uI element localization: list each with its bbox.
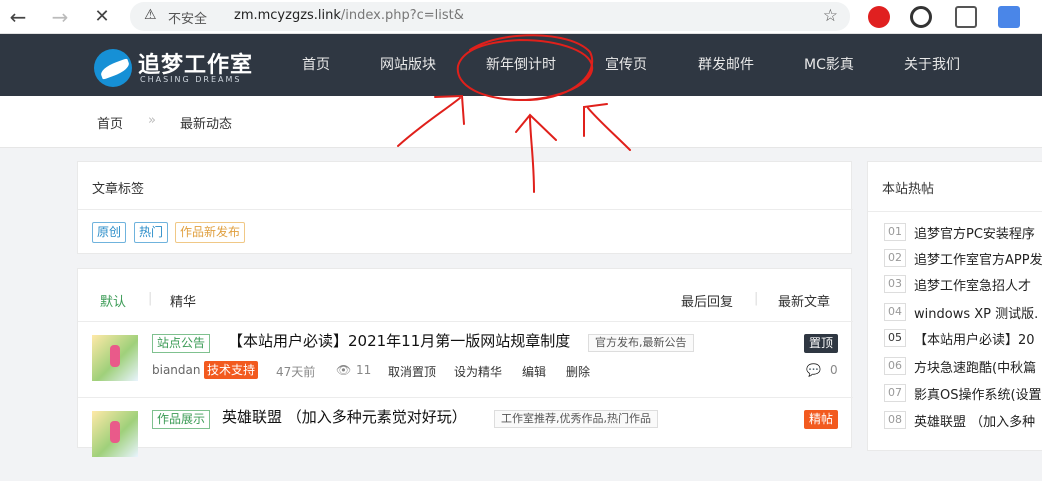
url-text[interactable]: zm.mcyzgzs.link/index.php?c=list&: [234, 8, 464, 23]
pinned-badge: 置顶: [803, 334, 838, 353]
tag-original[interactable]: 原创: [92, 222, 127, 243]
hot-posts-panel: 本站热帖 01 追梦官方PC安装程序 02 追梦工作室官方APP发 03 追梦工作室急…: [867, 161, 1042, 451]
divider: [78, 397, 853, 398]
hot-post-title[interactable]: 追梦官方PC安装程序: [914, 223, 1035, 242]
tags-panel-title: 文章标签: [92, 182, 145, 197]
hot-panel-title: 本站热帖: [882, 182, 935, 197]
edge-extension-icon[interactable]: [910, 6, 932, 28]
post-thumbnail[interactable]: [92, 411, 138, 457]
bookmark-star-icon[interactable]: ☆: [823, 6, 838, 26]
divider: [868, 211, 1042, 212]
list-item[interactable]: 06 方块急速跑酷(中秋篇: [868, 354, 1042, 380]
breadcrumb-home[interactable]: 首页: [97, 113, 123, 132]
sort-latest-article[interactable]: 最新文章: [778, 291, 830, 310]
rank-number: 03: [884, 275, 906, 293]
menu-countdown[interactable]: 新年倒计时: [486, 34, 556, 96]
menu-about[interactable]: 关于我们: [904, 34, 960, 96]
breadcrumb-current: 最新动态: [180, 117, 233, 132]
divider: [78, 321, 853, 322]
post-title[interactable]: 【本站用户必读】2021年11月第一版网站规章制度: [228, 330, 570, 351]
tag-new-work[interactable]: 作品新发布: [175, 222, 246, 243]
post-title[interactable]: 英雄联盟 （加入多种元素觉对好玩）: [222, 406, 467, 427]
featured-badge: 精帖: [803, 410, 838, 429]
breadcrumb: 首页 » 最新动态: [0, 96, 1042, 148]
rank-number: 05: [884, 329, 906, 347]
tag-hot[interactable]: 热门: [134, 222, 169, 243]
rank-number: 08: [884, 411, 906, 429]
hot-post-title[interactable]: windows XP 测试版.: [914, 303, 1038, 322]
back-arrow-icon[interactable]: ←: [6, 5, 30, 29]
browser-toolbar: ← → ✕ ⚠ 不安全 zm.mcyzgzs.link/index.php?c=…: [0, 0, 1042, 34]
list-item[interactable]: 01 追梦官方PC安装程序: [868, 220, 1042, 246]
logo-eagle-icon: [94, 49, 132, 87]
menu-bulk-mail[interactable]: 群发邮件: [698, 34, 754, 96]
tab-default[interactable]: 默认: [100, 291, 126, 310]
list-item[interactable]: 03 追梦工作室急招人才: [868, 272, 1042, 298]
post-tags[interactable]: 官方发布,最新公告: [588, 334, 694, 352]
url-path: /index.php?c=list&: [340, 8, 464, 23]
post-author[interactable]: biandan: [152, 363, 201, 377]
forward-arrow-icon[interactable]: →: [48, 5, 72, 29]
collections-icon[interactable]: [955, 6, 977, 28]
menu-mc-video[interactable]: MC影真: [804, 34, 854, 96]
post-tags[interactable]: 工作室推荐,优秀作品,热门作品: [494, 410, 658, 428]
logo-subtitle: CHASING DREAMS: [140, 75, 242, 84]
rank-number: 04: [884, 303, 906, 321]
hot-post-title[interactable]: 【本站用户必读】20: [914, 329, 1035, 348]
rank-number: 01: [884, 223, 906, 241]
tags-panel: 文章标签 原创 热门 作品新发布: [77, 161, 853, 254]
post-time: 47天前: [276, 365, 316, 379]
warning-icon[interactable]: ⚠: [144, 7, 157, 23]
list-item[interactable]: 05 【本站用户必读】20: [868, 326, 1042, 352]
menu-sections[interactable]: 网站版块: [380, 34, 436, 96]
post-views: 11: [356, 363, 372, 377]
menu-home[interactable]: 首页: [302, 34, 330, 96]
stop-reload-icon[interactable]: ✕: [90, 5, 114, 29]
list-item[interactable]: 作品展示 英雄联盟 （加入多种元素觉对好玩） 工作室推荐,优秀作品,热门作品 精…: [78, 403, 852, 481]
url-host: zm.mcyzgzs.link: [234, 8, 341, 23]
insecure-label: 不安全: [168, 12, 208, 27]
rank-number: 02: [884, 249, 906, 267]
hot-post-title[interactable]: 影真OS操作系统(设置: [914, 384, 1042, 403]
sort-latest-reply[interactable]: 最后回复: [681, 291, 733, 310]
address-bar[interactable]: ⚠ 不安全 zm.mcyzgzs.link/index.php?c=list& …: [130, 2, 850, 31]
menu-promo[interactable]: 宣传页: [605, 34, 647, 96]
site-logo[interactable]: 追梦工作室 CHASING DREAMS: [94, 47, 264, 87]
list-item[interactable]: 07 影真OS操作系统(设置: [868, 381, 1042, 407]
list-item[interactable]: 02 追梦工作室官方APP发: [868, 246, 1042, 272]
sort-divider: |: [754, 291, 759, 306]
tab-divider: |: [148, 291, 153, 306]
rank-number: 07: [884, 384, 906, 402]
site-header: 追梦工作室 CHASING DREAMS 首页 网站版块 新年倒计时 宣传页 群…: [0, 34, 1042, 96]
post-list-panel: 默认 | 精华 最后回复 | 最新文章 站点公告 【本站用户必读】2021年11…: [77, 268, 853, 457]
rank-number: 06: [884, 357, 906, 375]
comment-icon: 💬: [806, 363, 821, 377]
hot-post-title[interactable]: 方块急速跑酷(中秋篇: [914, 357, 1036, 376]
hot-post-title[interactable]: 追梦工作室官方APP发: [914, 249, 1042, 268]
set-featured-link[interactable]: 设为精华: [454, 363, 502, 380]
delete-link[interactable]: 删除: [566, 363, 590, 380]
eye-icon: 👁: [336, 363, 352, 377]
list-item[interactable]: 08 英雄联盟 （加入多种: [868, 408, 1042, 434]
breadcrumb-separator: »: [148, 113, 156, 128]
translate-extension-icon[interactable]: [998, 6, 1020, 28]
hot-post-title[interactable]: 追梦工作室急招人才: [914, 275, 1031, 294]
post-category[interactable]: 作品展示: [152, 410, 211, 429]
divider: [78, 209, 853, 210]
tab-featured[interactable]: 精华: [170, 291, 196, 310]
post-comments: 0: [830, 363, 838, 377]
unpin-link[interactable]: 取消置顶: [388, 363, 436, 380]
post-thumbnail[interactable]: [92, 335, 138, 381]
list-item[interactable]: 04 windows XP 测试版.: [868, 300, 1042, 326]
author-role-badge: 技术支持: [204, 361, 259, 379]
hot-post-title[interactable]: 英雄联盟 （加入多种: [914, 411, 1035, 430]
opera-extension-icon[interactable]: [868, 6, 890, 28]
edit-link[interactable]: 编辑: [522, 363, 546, 380]
list-item[interactable]: 站点公告 【本站用户必读】2021年11月第一版网站规章制度 官方发布,最新公告…: [78, 327, 852, 405]
post-category[interactable]: 站点公告: [152, 334, 211, 353]
